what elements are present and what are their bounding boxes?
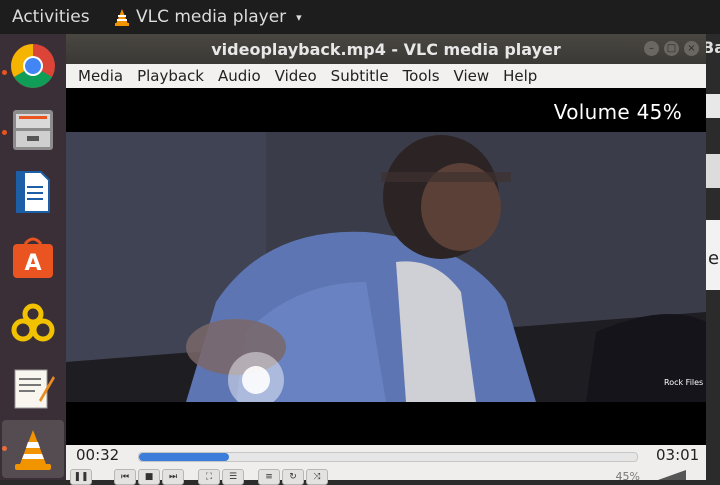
text-editor-icon[interactable] (9, 364, 57, 412)
running-indicator (2, 130, 7, 135)
menu-tools[interactable]: Tools (403, 67, 440, 85)
video-area[interactable]: Rock Files Volume 45% (66, 88, 706, 445)
loop-button[interactable]: ↻ (282, 469, 304, 485)
menu-video[interactable]: Video (275, 67, 317, 85)
app-menu[interactable]: VLC media player ▾ (114, 7, 302, 27)
video-watermark: Rock Files (664, 378, 704, 387)
menu-playback[interactable]: Playback (137, 67, 204, 85)
total-time[interactable]: 03:01 (656, 446, 699, 464)
control-bar: 00:32 03:01 ❚❚ ⏮ ■ ⏭ ⛶ ☰ ≡ ↻ ⤨ 45% (66, 445, 706, 485)
seek-slider[interactable] (138, 452, 638, 462)
settings-icon[interactable] (9, 300, 57, 348)
menu-bar: Media Playback Audio Video Subtitle Tool… (66, 64, 706, 88)
playlist-button[interactable]: ≡ (258, 469, 280, 485)
minimize-button[interactable]: – (644, 41, 659, 56)
vlc-window: videoplayback.mp4 - VLC media player – □… (66, 34, 706, 485)
running-indicator (2, 70, 7, 75)
window-title: videoplayback.mp4 - VLC media player (211, 40, 561, 59)
title-bar[interactable]: videoplayback.mp4 - VLC media player – □… (66, 34, 706, 64)
writer-icon[interactable] (9, 168, 57, 216)
maximize-button[interactable]: □ (664, 41, 679, 56)
chevron-down-icon: ▾ (296, 10, 302, 24)
menu-help[interactable]: Help (503, 67, 537, 85)
menu-view[interactable]: View (454, 67, 490, 85)
activities-button[interactable]: Activities (12, 7, 90, 27)
menu-subtitle[interactable]: Subtitle (331, 67, 389, 85)
vlc-cone-icon (115, 9, 129, 26)
pause-button[interactable]: ❚❚ (70, 469, 92, 485)
svg-text:A: A (24, 251, 41, 276)
stop-button[interactable]: ■ (138, 469, 160, 485)
previous-button[interactable]: ⏮ (114, 469, 136, 485)
shuffle-button[interactable]: ⤨ (306, 469, 328, 485)
fullscreen-button[interactable]: ⛶ (198, 469, 220, 485)
app-menu-label: VLC media player (136, 7, 287, 27)
background-window-panel (706, 94, 720, 118)
close-button[interactable]: × (684, 41, 699, 56)
menu-audio[interactable]: Audio (218, 67, 261, 85)
volume-slider[interactable] (658, 470, 686, 480)
background-window-text: e (708, 248, 720, 269)
vlc-icon[interactable] (2, 420, 64, 478)
next-button[interactable]: ⏭ (162, 469, 184, 485)
files-icon[interactable] (9, 106, 57, 154)
chrome-icon[interactable] (9, 42, 57, 90)
software-center-icon[interactable]: A (9, 234, 57, 282)
volume-label: 45% (615, 470, 640, 483)
menu-media[interactable]: Media (78, 67, 123, 85)
extended-settings-button[interactable]: ☰ (222, 469, 244, 485)
seek-progress (139, 453, 229, 461)
volume-osd: Volume 45% (553, 100, 682, 124)
dock: A (0, 34, 66, 480)
background-window-panel (706, 154, 720, 188)
control-buttons: ❚❚ ⏮ ■ ⏭ ⛶ ☰ ≡ ↻ ⤨ (70, 469, 328, 485)
background-window: Ba e (702, 34, 720, 480)
elapsed-time[interactable]: 00:32 (76, 446, 119, 464)
video-frame: Rock Files (66, 132, 706, 402)
background-window-panel: e (706, 220, 720, 290)
top-bar: Activities VLC media player ▾ (0, 0, 720, 34)
